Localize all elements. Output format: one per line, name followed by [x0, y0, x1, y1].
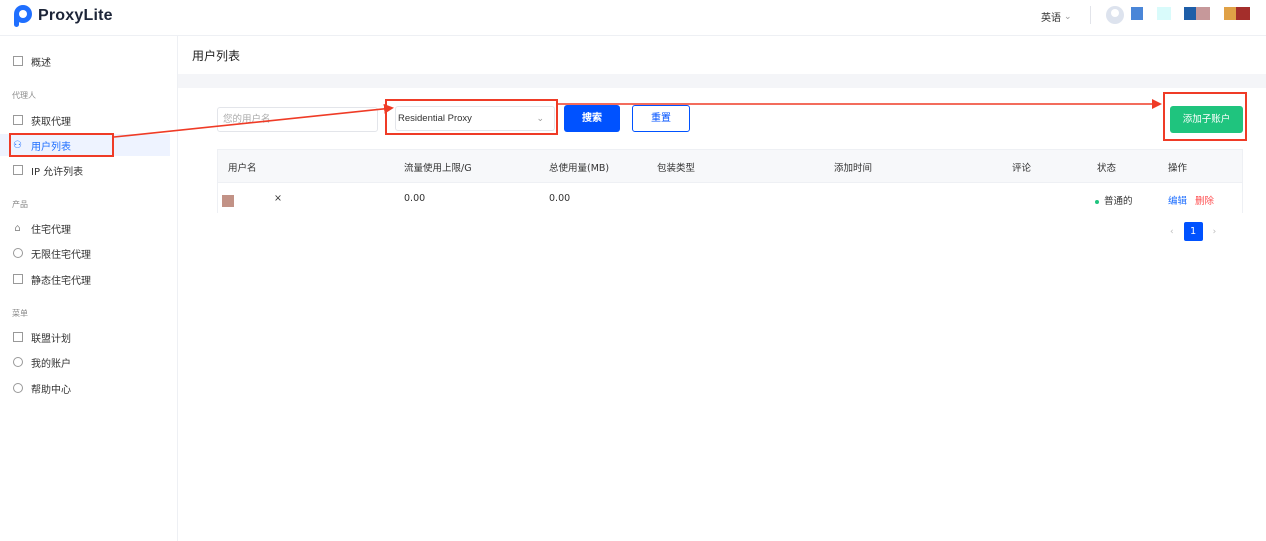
avatar[interactable]	[1106, 6, 1124, 24]
row-total-usage: 0.00	[549, 193, 571, 204]
status-dot	[1095, 199, 1099, 204]
col-package-type: 包装类型	[657, 163, 696, 174]
add-subaccount-button[interactable]: 添加子账户	[1170, 106, 1243, 133]
top-bar: ProxyLite 英语 ⌄	[0, 0, 1266, 36]
row-traffic-limit: 0.00	[404, 193, 426, 204]
chevron-down-icon: ⌄	[536, 113, 544, 123]
user-table: 用户名 流量使用上限/G 总使用量(MB) 包装类型 添加时间 评论 状态 操作…	[217, 149, 1243, 213]
help-icon	[12, 383, 23, 394]
col-traffic-limit: 流量使用上限/G	[404, 163, 472, 174]
row-mark: ×	[274, 193, 282, 204]
sidebar-section-menu: 菜单	[12, 309, 28, 318]
grid-icon	[12, 56, 23, 67]
sidebar-item-unlimited-residential[interactable]: 无限住宅代理	[0, 242, 170, 264]
proxy-type-select[interactable]: Residential Proxy ⌄	[395, 106, 555, 131]
redacted-block	[1224, 7, 1236, 20]
redacted-block	[1131, 7, 1143, 20]
row-status: 普通的	[1095, 193, 1133, 207]
col-comment: 评论	[1012, 163, 1032, 174]
chevron-down-icon: ⌄	[1064, 11, 1072, 22]
header-divider	[1090, 6, 1091, 24]
col-total-usage: 总使用量(MB)	[549, 163, 610, 174]
globe-icon	[12, 248, 23, 259]
redacted-block	[1184, 7, 1196, 20]
table-header: 用户名 流量使用上限/G 总使用量(MB) 包装类型 添加时间 评论 状态 操作	[218, 150, 1242, 182]
app-name: ProxyLite	[38, 7, 113, 24]
gift-icon	[12, 332, 23, 343]
user-circle-icon	[12, 357, 23, 368]
sidebar-item-help[interactable]: 帮助中心	[0, 377, 170, 399]
proxy-type-value: Residential Proxy	[398, 113, 472, 124]
redacted-block	[1236, 7, 1250, 20]
username-search-input[interactable]: 您的用户名	[217, 107, 378, 132]
language-selector[interactable]: 英语 ⌄	[1041, 9, 1072, 25]
sidebar-section-products: 产品	[12, 200, 28, 209]
pagination: ‹ 1 ›	[1170, 222, 1216, 241]
language-label: 英语	[1041, 13, 1061, 24]
list-icon	[12, 115, 23, 126]
sidebar: 概述 代理人 获取代理 ⚇ 用户列表 IP 允许列表 产品 ⌂ 住宅代理 无限住…	[0, 36, 178, 541]
sidebar-item-label: 住宅代理	[31, 224, 71, 236]
sidebar-item-residential[interactable]: ⌂ 住宅代理	[0, 217, 170, 239]
table-row: × 0.00 0.00 普通的 编辑 删除	[218, 182, 1242, 213]
col-actions: 操作	[1168, 163, 1188, 174]
reset-button[interactable]: 重置	[632, 105, 690, 132]
search-button[interactable]: 搜索	[564, 105, 620, 132]
redacted-username	[222, 195, 234, 207]
sidebar-item-label: 无限住宅代理	[31, 249, 91, 261]
col-username: 用户名	[228, 163, 257, 174]
sidebar-item-user-list[interactable]: ⚇ 用户列表	[0, 134, 170, 156]
sidebar-item-get-proxy[interactable]: 获取代理	[0, 109, 170, 131]
sidebar-item-label: 我的账户	[31, 358, 71, 370]
row-actions: 编辑 删除	[1168, 193, 1214, 207]
col-status: 状态	[1097, 163, 1117, 174]
sidebar-item-label: 用户列表	[31, 141, 71, 153]
sidebar-item-label: 帮助中心	[31, 384, 71, 396]
col-added-time: 添加时间	[834, 163, 873, 174]
server-icon	[12, 274, 23, 285]
sidebar-item-label: IP 允许列表	[31, 166, 84, 178]
page-title: 用户列表	[192, 49, 241, 63]
delete-link[interactable]: 删除	[1195, 196, 1214, 207]
sidebar-item-label: 获取代理	[31, 116, 71, 128]
logo-icon	[14, 5, 32, 27]
prev-page-button[interactable]: ‹	[1170, 227, 1174, 237]
sidebar-item-label: 静态住宅代理	[31, 275, 91, 287]
sidebar-item-label: 概述	[31, 57, 51, 69]
redacted-block	[1196, 7, 1210, 20]
sidebar-item-ip-allowlist[interactable]: IP 允许列表	[0, 159, 170, 181]
page-number-current[interactable]: 1	[1183, 222, 1203, 241]
sidebar-item-overview[interactable]: 概述	[0, 50, 170, 72]
sidebar-item-label: 联盟计划	[31, 333, 71, 345]
status-text: 普通的	[1104, 196, 1133, 207]
logo[interactable]: ProxyLite	[14, 5, 113, 27]
sidebar-section-agent: 代理人	[12, 91, 36, 100]
edit-link[interactable]: 编辑	[1168, 196, 1187, 207]
next-page-button[interactable]: ›	[1213, 227, 1217, 237]
redacted-block	[1157, 7, 1171, 20]
sidebar-item-static-residential[interactable]: 静态住宅代理	[0, 268, 170, 290]
content-divider	[178, 74, 1266, 88]
sidebar-item-my-account[interactable]: 我的账户	[0, 351, 170, 373]
document-icon	[12, 165, 23, 176]
sidebar-item-affiliate[interactable]: 联盟计划	[0, 326, 170, 348]
users-icon: ⚇	[13, 139, 22, 151]
home-icon: ⌂	[14, 222, 21, 234]
